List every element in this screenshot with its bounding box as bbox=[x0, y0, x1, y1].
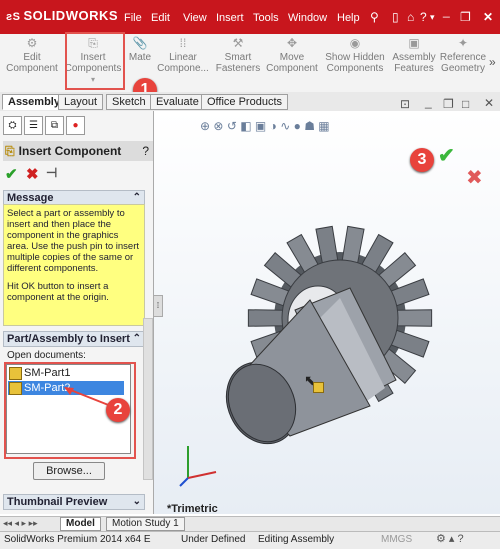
minimize-icon[interactable]: _ bbox=[443, 4, 450, 18]
display-manager-icon[interactable]: ● bbox=[66, 116, 85, 135]
menu-file[interactable]: File bbox=[124, 12, 142, 24]
open-documents-label: Open documents: bbox=[7, 350, 86, 361]
tab-sketch[interactable]: Sketch bbox=[106, 94, 152, 110]
apply-scene-icon[interactable]: ☗ bbox=[304, 119, 315, 133]
display-style-icon[interactable]: ◑ bbox=[270, 119, 277, 133]
gear-tooth bbox=[247, 309, 284, 327]
hide-show-icon[interactable]: ∿ bbox=[280, 119, 290, 133]
linear-pattern-button[interactable]: ⁞⁞ Linear Compone... bbox=[153, 36, 213, 74]
show-hidden-button[interactable]: ◉ Show Hidden Components bbox=[325, 36, 385, 74]
panel-splitter-handle[interactable]: ⁞ bbox=[153, 295, 163, 317]
expand-icon: ⌄ bbox=[132, 496, 141, 507]
menu-help[interactable]: Help bbox=[337, 12, 360, 24]
menu-edit[interactable]: Edit bbox=[151, 12, 170, 24]
close-icon[interactable]: ✕ bbox=[483, 10, 493, 24]
push-pin-icon[interactable]: ⊣ bbox=[46, 165, 57, 181]
tab-office-products[interactable]: Office Products bbox=[201, 94, 288, 110]
tab-motion-study-1[interactable]: Motion Study 1 bbox=[106, 517, 185, 531]
phone-icon[interactable]: ▯ bbox=[392, 10, 399, 24]
tab-layout[interactable]: Layout bbox=[58, 94, 104, 110]
move-component-button[interactable]: ✥ Move Component bbox=[262, 36, 322, 74]
view-orientation-icon[interactable]: ▣ bbox=[255, 119, 266, 133]
smart-fasteners-icon: ⚒ bbox=[232, 36, 244, 50]
menu-view[interactable]: View bbox=[183, 12, 207, 24]
menu-tools[interactable]: Tools bbox=[253, 12, 279, 24]
callout-badge-2: 2 bbox=[106, 398, 130, 422]
window-tile-icon[interactable]: ⊡ bbox=[400, 97, 410, 111]
cursor-part-icon bbox=[313, 382, 324, 393]
home-icon[interactable]: ⌂ bbox=[407, 10, 414, 24]
reference-geometry-icon: ✦ bbox=[457, 36, 469, 50]
section-view-icon[interactable]: ◧ bbox=[240, 119, 251, 133]
help-icon[interactable]: ? bbox=[420, 10, 427, 24]
menu-window[interactable]: Window bbox=[288, 12, 327, 24]
view-settings-icon[interactable]: ▦ bbox=[318, 119, 329, 133]
axis-triad bbox=[179, 446, 217, 487]
tab-evaluate[interactable]: Evaluate bbox=[150, 94, 205, 110]
gear-tooth bbox=[390, 278, 430, 307]
heads-up-view-toolbar: ⊕ ⊗ ↺ ◧ ▣ ◑ ∿ ● ☗ ▦ bbox=[200, 119, 330, 133]
help-dropdown-icon[interactable]: ▾ bbox=[430, 12, 435, 23]
window-close-icon[interactable]: ✕ bbox=[484, 96, 494, 110]
browse-button[interactable]: Browse... bbox=[33, 462, 105, 480]
message-box: Select a part or assembly to insert and … bbox=[3, 204, 145, 326]
status-units[interactable]: MMGS bbox=[381, 531, 412, 548]
show-hidden-icon: ◉ bbox=[349, 36, 361, 50]
reference-geometry-button[interactable]: ✦ Reference Geometry bbox=[433, 36, 493, 74]
part-assembly-section-header[interactable]: Part/Assembly to Insert ⌃ bbox=[3, 331, 145, 347]
edit-appearance-icon[interactable]: ● bbox=[294, 119, 301, 133]
insert-component-icon: ⎘ bbox=[5, 144, 15, 158]
cancel-x-icon[interactable]: ✖ bbox=[26, 165, 39, 183]
property-manager-title: ⎘ Insert Component ? bbox=[3, 141, 153, 161]
window-restore-icon[interactable]: ❐ bbox=[443, 97, 454, 111]
collapse-icon: ⌃ bbox=[132, 333, 141, 344]
gear-tooth bbox=[390, 329, 430, 358]
panel-scrollbar[interactable] bbox=[143, 318, 153, 480]
previous-view-icon[interactable]: ↺ bbox=[227, 119, 237, 133]
solidworks-logo[interactable]: ƨS SOLIDWORKS bbox=[6, 8, 118, 23]
menu-insert[interactable]: Insert bbox=[216, 12, 244, 24]
view-orientation-label: *Trimetric bbox=[167, 503, 218, 515]
move-component-icon: ✥ bbox=[286, 36, 298, 50]
tab-model[interactable]: Model bbox=[60, 517, 101, 531]
more-commands-icon[interactable]: » bbox=[489, 55, 496, 69]
status-product: SolidWorks Premium 2014 x64 E bbox=[4, 534, 151, 545]
edit-component-button[interactable]: ⚙ Edit Component bbox=[2, 36, 62, 74]
gear-tooth bbox=[250, 278, 290, 307]
restore-icon[interactable]: ❐ bbox=[460, 10, 471, 24]
highlight-box-insert-components bbox=[65, 32, 125, 90]
zoom-area-icon[interactable]: ⊗ bbox=[213, 119, 223, 133]
property-manager-icon[interactable]: ☰ bbox=[24, 116, 43, 135]
status-settings-icon[interactable]: ⚙ ▴ ? bbox=[436, 532, 464, 545]
linear-pattern-icon: ⁞⁞ bbox=[179, 36, 187, 50]
manager-tabs: ⛭ ☰ ⧉ ● bbox=[3, 116, 87, 135]
ok-check-icon[interactable]: ✔ bbox=[5, 165, 18, 183]
confirm-cancel-icon[interactable]: ✖ bbox=[466, 165, 483, 190]
pin-icon[interactable]: ⚲ bbox=[370, 10, 379, 24]
edit-component-icon: ⚙ bbox=[26, 36, 38, 50]
callout-badge-3: 3 bbox=[410, 148, 434, 172]
tab-assembly[interactable]: Assembly bbox=[2, 94, 66, 110]
confirm-ok-icon[interactable]: ✔ bbox=[438, 143, 455, 168]
window-maximize-icon[interactable]: □ bbox=[462, 97, 469, 111]
gear-shaft-model[interactable] bbox=[200, 170, 440, 450]
collapse-icon: ⌃ bbox=[132, 192, 141, 203]
zoom-fit-icon[interactable]: ⊕ bbox=[200, 119, 210, 133]
smart-fasteners-button[interactable]: ⚒ Smart Fasteners bbox=[208, 36, 268, 74]
scroll-left-icon[interactable]: ◂◂ ◂ ▸ ▸▸ bbox=[3, 518, 38, 529]
configuration-manager-icon[interactable]: ⧉ bbox=[45, 116, 64, 135]
gear-tooth bbox=[396, 309, 433, 327]
window-minimize-icon[interactable]: _ bbox=[425, 95, 432, 109]
status-mode: Editing Assembly bbox=[258, 534, 335, 545]
status-definition: Under Defined bbox=[181, 534, 246, 545]
thumbnail-preview-header[interactable]: Thumbnail Preview ⌄ bbox=[3, 494, 145, 510]
feature-manager-icon[interactable]: ⛭ bbox=[3, 116, 22, 135]
help-icon[interactable]: ? bbox=[142, 141, 149, 161]
